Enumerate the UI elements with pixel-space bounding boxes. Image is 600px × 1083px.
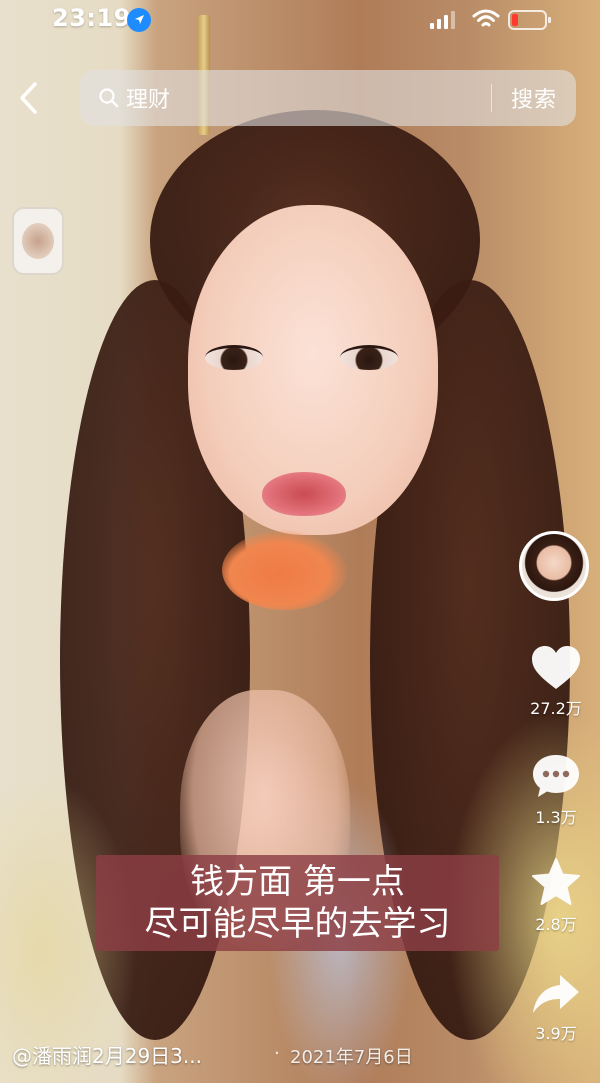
heart-icon xyxy=(532,646,580,689)
author-avatar[interactable] xyxy=(519,531,589,601)
location-arrow-icon xyxy=(127,8,151,32)
star-icon xyxy=(532,858,580,905)
lips xyxy=(262,472,346,516)
battery-low-icon xyxy=(508,9,552,35)
share-count: 3.9万 xyxy=(535,1024,577,1043)
cellular-signal-icon xyxy=(428,10,458,34)
share-arrow-icon xyxy=(533,975,579,1013)
redaction-scribble xyxy=(222,530,348,610)
left-eye xyxy=(205,345,263,370)
right-eye xyxy=(340,345,398,370)
back-button[interactable] xyxy=(10,75,46,121)
search-button[interactable]: 搜索 xyxy=(492,82,576,114)
chevron-left-icon xyxy=(20,82,37,114)
video-screen[interactable]: 23:19 理财 搜索 27.2万 1.3万 2.8万 3.9万 钱方面 第一点… xyxy=(0,0,600,1083)
like-count: 27.2万 xyxy=(530,699,582,718)
search-icon xyxy=(99,88,119,108)
status-time: 23:19 xyxy=(52,4,131,32)
wifi-icon xyxy=(472,8,500,34)
share-button[interactable]: 3.9万 xyxy=(520,972,592,1044)
author-title-link[interactable]: @潘雨润2月29日3... xyxy=(12,1040,202,1069)
favorite-button[interactable]: 2.8万 xyxy=(520,857,592,935)
publish-date: 2021年7月6日 xyxy=(290,1047,413,1068)
caption-line-2: 尽可能尽早的去学习 xyxy=(144,904,451,944)
search-bar[interactable]: 搜索 xyxy=(80,70,576,126)
search-input[interactable] xyxy=(126,85,491,111)
like-button[interactable]: 27.2万 xyxy=(520,645,592,719)
wall-speaker xyxy=(12,207,64,275)
video-caption: 钱方面 第一点 尽可能尽早的去学习 xyxy=(96,855,499,951)
caption-line-1: 钱方面 第一点 xyxy=(190,862,405,902)
favorite-count: 2.8万 xyxy=(535,915,577,934)
comment-button[interactable]: 1.3万 xyxy=(520,752,592,828)
status-bar: 23:19 xyxy=(0,0,600,42)
comment-count: 1.3万 xyxy=(535,808,577,827)
comment-bubble-icon xyxy=(533,755,579,797)
meta-separator: · xyxy=(274,1043,280,1064)
